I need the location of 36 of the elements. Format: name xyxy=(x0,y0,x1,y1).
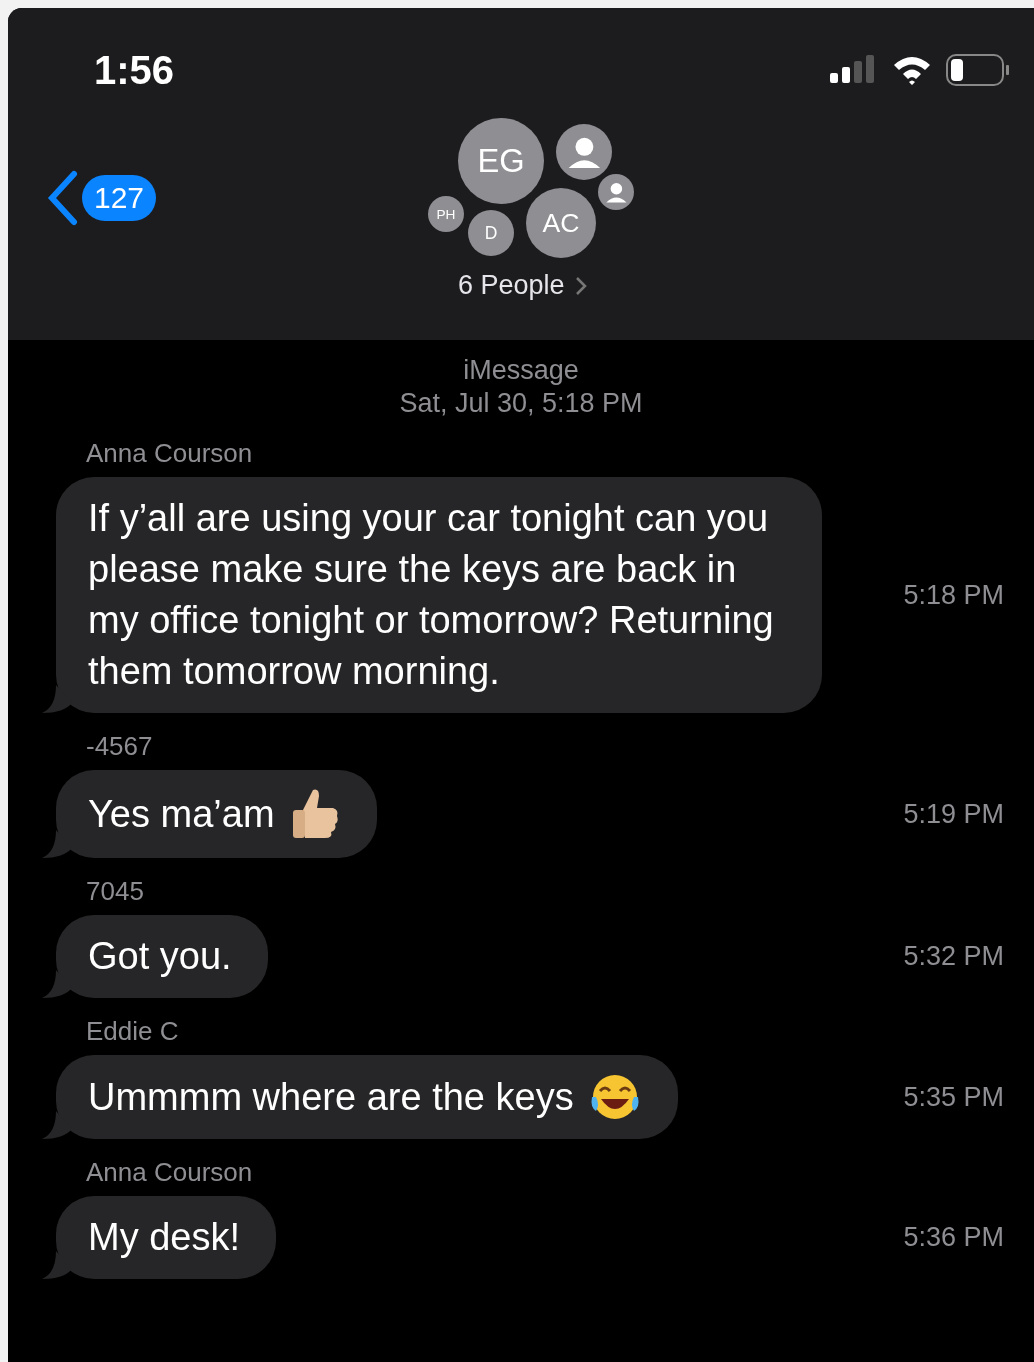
contact-avatar[interactable]: EG xyxy=(458,118,544,204)
back-button[interactable]: 127 xyxy=(46,170,157,226)
message-time: 5:18 PM xyxy=(903,579,1004,611)
message-bubble: Yes ma’am xyxy=(56,770,377,858)
message-bubble: If y’all are using your car tonight can you please make sure the keys are back in my office tonight or tomorrow? Returning them tomorrow morning. xyxy=(56,477,822,713)
contact-avatar[interactable]: D xyxy=(468,210,514,256)
message-time: 5:32 PM xyxy=(903,941,1004,972)
unread-count-badge: 127 xyxy=(82,175,157,221)
message-bubble: Got you. xyxy=(56,915,268,998)
wifi-icon xyxy=(892,55,932,85)
bubble-tail xyxy=(42,1111,72,1139)
message-bubble: My desk! xyxy=(56,1196,277,1279)
date-label: Sat, Jul 30, 5:18 PM xyxy=(398,387,644,420)
sender-name: Anna Courson xyxy=(85,438,253,469)
bubble-tail xyxy=(42,685,72,713)
contact-avatar[interactable] xyxy=(556,124,612,180)
battery-icon xyxy=(946,54,1010,86)
sender-name: Anna Courson xyxy=(85,1157,253,1188)
contact-avatar[interactable] xyxy=(598,174,634,210)
back-chevron-icon xyxy=(46,170,80,226)
status-time: 1:56 xyxy=(94,47,175,93)
message-bubble: Ummmm where are the keys xyxy=(56,1055,678,1139)
chevron-right-icon xyxy=(574,275,587,296)
group-title-button[interactable]: 6 People xyxy=(458,270,587,301)
sender-name: 7045 xyxy=(85,876,144,907)
sender-name: Eddie C xyxy=(85,1016,179,1047)
service-label: iMessage xyxy=(462,354,580,387)
bubble-tail xyxy=(42,970,72,998)
message-time: 5:19 PM xyxy=(903,798,1004,830)
bubble-tail xyxy=(42,1251,72,1279)
message-time: 5:36 PM xyxy=(903,1222,1004,1253)
contact-avatar[interactable]: AC xyxy=(526,188,596,258)
message-time: 5:35 PM xyxy=(903,1081,1004,1113)
sender-name: -4567 xyxy=(85,731,153,762)
bubble-tail xyxy=(42,830,72,858)
contact-avatar[interactable]: PH xyxy=(428,196,464,232)
